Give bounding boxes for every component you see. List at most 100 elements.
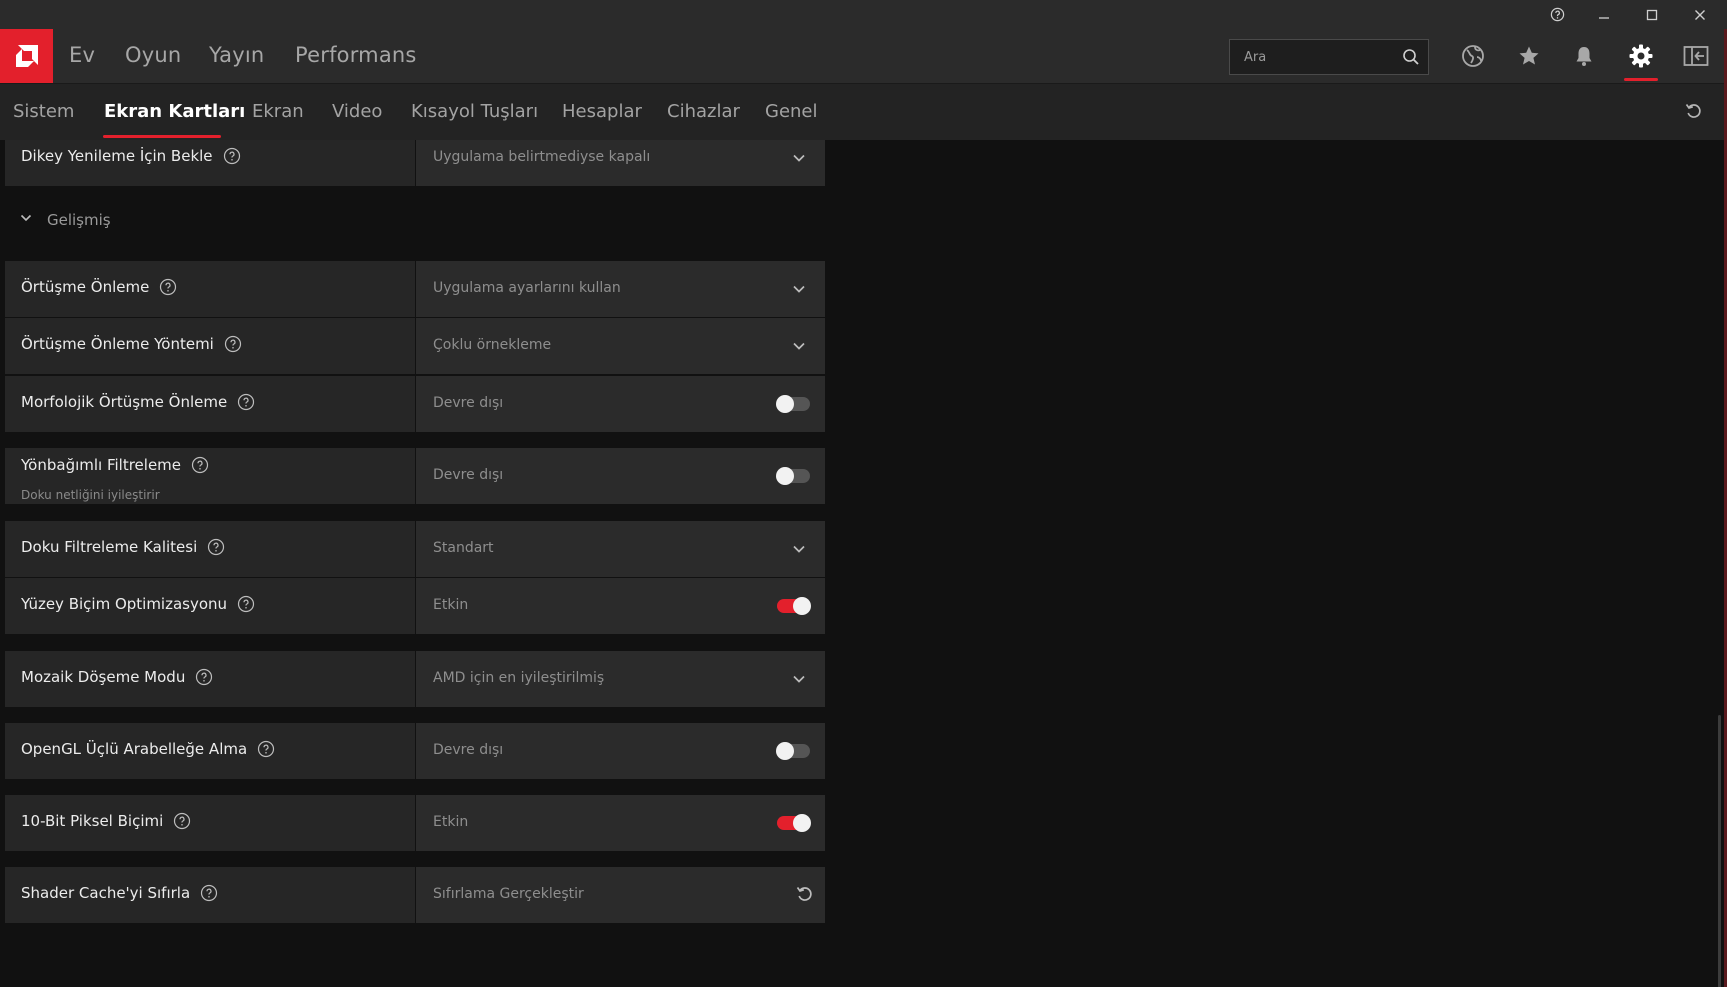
setting-value: Uygulama belirtmediyse kapalı	[433, 149, 651, 165]
setting-row: Shader Cache'yi Sıfırla Sıfırlama Gerçek…	[5, 867, 825, 923]
tab-video[interactable]: Video	[332, 101, 382, 122]
globe-icon[interactable]	[1458, 41, 1488, 71]
radeon-settings-window: Ev Oyun Yayın Performans Ara Sistem Ekra…	[0, 0, 1727, 987]
setting-row: Örtüşme Önleme Yöntemi Çoklu örnekleme	[5, 318, 825, 374]
toggle-knob	[793, 814, 811, 832]
setting-value: Etkin	[433, 814, 469, 830]
help-icon[interactable]	[173, 812, 191, 830]
section-title: Gelişmiş	[47, 210, 111, 229]
help-icon[interactable]	[159, 278, 177, 296]
help-icon[interactable]	[1533, 0, 1581, 29]
chevron-down-icon[interactable]	[791, 671, 807, 691]
toggle-knob	[776, 467, 794, 485]
help-icon[interactable]	[207, 538, 225, 556]
toggle-switch[interactable]	[776, 467, 810, 485]
setting-dropdown[interactable]: Uygulama ayarlarını kullan	[416, 261, 825, 317]
active-nav-underline	[1624, 78, 1658, 81]
maximize-icon[interactable]	[1628, 0, 1676, 29]
close-icon[interactable]	[1676, 0, 1724, 29]
nav-streaming[interactable]: Yayın	[209, 43, 264, 67]
toggle-switch[interactable]	[776, 742, 810, 760]
nav-gaming[interactable]: Oyun	[125, 43, 181, 67]
setting-value: Devre dışı	[433, 395, 504, 411]
toggle-switch[interactable]	[776, 395, 810, 413]
help-icon[interactable]	[195, 668, 213, 686]
chevron-down-icon[interactable]	[791, 338, 807, 358]
toggle-switch[interactable]	[777, 597, 811, 615]
toggle-knob	[793, 597, 811, 615]
reset-shader-cache-button[interactable]: Sıfırlama Gerçekleştir	[416, 867, 825, 923]
setting-value: Çoklu örnekleme	[433, 337, 552, 353]
tab-display[interactable]: Ekran	[252, 101, 304, 122]
setting-dropdown[interactable]: Standart	[416, 521, 825, 577]
tab-accounts[interactable]: Hesaplar	[562, 101, 642, 122]
help-icon[interactable]	[224, 335, 242, 353]
setting-label: Örtüşme Önleme Yöntemi	[21, 335, 214, 353]
tab-devices[interactable]: Cihazlar	[667, 101, 740, 122]
setting-label: OpenGL Üçlü Arabelleğe Alma	[21, 740, 248, 758]
settings-content: Dikey Yenileme İçin Bekle Uygulama belir…	[0, 140, 1727, 987]
search-icon[interactable]	[1402, 48, 1420, 70]
setting-label: Dikey Yenileme İçin Bekle	[21, 147, 213, 165]
setting-row: OpenGL Üçlü Arabelleğe Alma Devre dışı	[5, 723, 825, 779]
setting-label: Örtüşme Önleme	[21, 278, 150, 296]
chevron-down-icon[interactable]	[791, 281, 807, 301]
nav-performance[interactable]: Performans	[295, 43, 417, 67]
star-icon[interactable]	[1514, 41, 1544, 71]
setting-dropdown[interactable]: Uygulama belirtmediyse kapalı	[416, 140, 825, 186]
setting-label: Morfolojik Örtüşme Önleme	[21, 393, 228, 411]
help-icon[interactable]	[237, 393, 255, 411]
main-nav: Ev Oyun Yayın Performans	[0, 29, 1727, 83]
nav-home[interactable]: Ev	[69, 43, 95, 67]
setting-value: Devre dışı	[433, 467, 504, 483]
help-icon[interactable]	[257, 740, 275, 758]
toggle-knob	[776, 395, 794, 413]
setting-value: Sıfırlama Gerçekleştir	[433, 886, 584, 902]
setting-label: Doku Filtreleme Kalitesi	[21, 538, 198, 556]
settings-tabs: Sistem Ekran Kartları Ekran Video Kısayo…	[0, 83, 1727, 140]
advanced-section-toggle[interactable]: Gelişmiş	[19, 210, 111, 229]
help-icon[interactable]	[237, 595, 255, 613]
setting-value: Devre dışı	[433, 742, 504, 758]
chevron-down-icon[interactable]	[791, 541, 807, 561]
setting-label: Shader Cache'yi Sıfırla	[21, 884, 191, 902]
gear-icon[interactable]	[1626, 41, 1656, 71]
setting-dropdown[interactable]: Çoklu örnekleme	[416, 318, 825, 374]
active-tab-underline	[103, 135, 221, 138]
tab-hotkeys[interactable]: Kısayol Tuşları	[411, 101, 538, 122]
setting-label: Yönbağımlı Filtreleme	[21, 456, 182, 474]
tab-general[interactable]: Genel	[765, 101, 818, 122]
setting-label: Yüzey Biçim Optimizasyonu	[21, 595, 228, 613]
help-icon[interactable]	[223, 147, 241, 165]
setting-row: Örtüşme Önleme Uygulama ayarlarını kulla…	[5, 261, 825, 317]
setting-value: Standart	[433, 540, 494, 556]
reset-icon[interactable]	[795, 884, 815, 908]
search-input[interactable]	[1230, 40, 1390, 74]
amd-logo-icon[interactable]	[0, 29, 53, 83]
setting-value: Uygulama ayarlarını kullan	[433, 280, 621, 296]
toggle-switch[interactable]	[777, 814, 811, 832]
setting-label: 10-Bit Piksel Biçimi	[21, 812, 164, 830]
tab-system[interactable]: Sistem	[13, 101, 74, 122]
setting-dropdown[interactable]: AMD için en iyileştirilmiş	[416, 651, 825, 707]
help-icon[interactable]	[200, 884, 218, 902]
sidebar-toggle-icon[interactable]	[1681, 41, 1711, 71]
scrollbar[interactable]	[1718, 715, 1721, 987]
setting-label: Mozaik Döşeme Modu	[21, 668, 186, 686]
setting-row: Yüzey Biçim Optimizasyonu Etkin	[5, 578, 825, 634]
bell-icon[interactable]	[1569, 41, 1599, 71]
reset-all-icon[interactable]	[1684, 101, 1704, 125]
chevron-down-icon	[19, 210, 33, 229]
setting-value: AMD için en iyileştirilmiş	[433, 670, 605, 686]
search-box[interactable]	[1229, 39, 1429, 75]
toggle-knob	[776, 742, 794, 760]
setting-description: Doku netliğini iyileştirir	[21, 488, 160, 502]
setting-value: Etkin	[433, 597, 469, 613]
setting-row: Morfolojik Örtüşme Önleme Devre dışı	[5, 376, 825, 432]
tab-graphics[interactable]: Ekran Kartları	[104, 101, 245, 122]
title-bar	[0, 0, 1727, 29]
setting-row: Mozaik Döşeme Modu AMD için en iyileştir…	[5, 651, 825, 707]
minimize-icon[interactable]	[1580, 0, 1628, 29]
chevron-down-icon[interactable]	[791, 150, 807, 170]
help-icon[interactable]	[191, 456, 209, 474]
